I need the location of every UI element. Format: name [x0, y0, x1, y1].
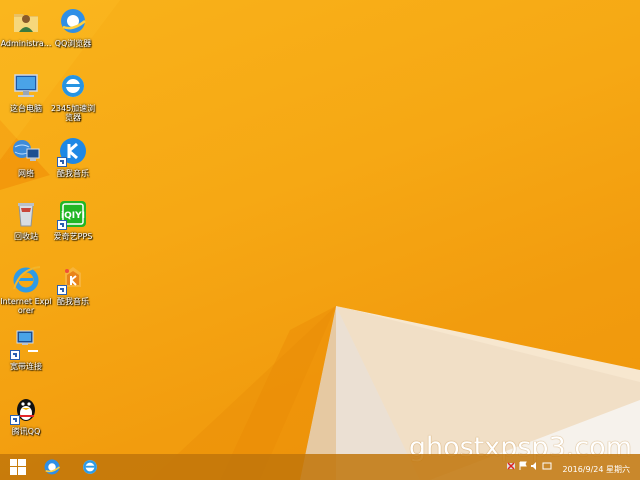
- shortcut-arrow-icon: [57, 285, 67, 295]
- desktop-icon-label: 酷我音乐: [57, 169, 89, 178]
- internet-explorer-icon: [83, 460, 97, 474]
- volume-icon[interactable]: [530, 461, 540, 471]
- start-icon: [10, 459, 26, 475]
- desktop-icon-label: 爱奇艺PPS: [53, 232, 93, 241]
- qq-penguin-icon: [10, 393, 42, 425]
- action-center-icon[interactable]: [542, 461, 552, 471]
- recycle-bin-icon: [10, 198, 42, 230]
- shortcut-arrow-icon: [10, 350, 20, 360]
- desktop-icon-label: 回收站: [14, 232, 38, 241]
- desktop-icon-label: 酷我音乐: [57, 297, 89, 306]
- network-icon: [10, 135, 42, 167]
- shortcut-arrow-icon: [57, 220, 67, 230]
- shortcut-arrow-icon: [10, 415, 20, 425]
- taskbar-ie-button[interactable]: [76, 455, 104, 479]
- desktop-icon-iqiyi-pps[interactable]: iQIYI 爱奇艺PPS: [47, 198, 99, 241]
- clock[interactable]: 2016/9/24 星期六: [562, 465, 630, 474]
- desktop-icon-qq-browser[interactable]: QQ浏览器: [47, 5, 99, 48]
- desktop-icon-network[interactable]: 网络: [0, 135, 52, 178]
- desktop-icon-internet-explorer[interactable]: Internet Explorer: [0, 263, 52, 315]
- network-status-icon[interactable]: [506, 461, 516, 471]
- shortcut-arrow-icon: [57, 157, 67, 167]
- kuwo-box-icon: [57, 263, 89, 295]
- taskbar: 2016/9/24 星期六: [0, 454, 640, 480]
- desktop-icon-label: Internet Explorer: [0, 297, 52, 315]
- desktop-icon-label: 网络: [18, 169, 34, 178]
- clock-date: 2016/9/24 星期六: [562, 465, 630, 474]
- desktop-icon-label: 宽带连接: [10, 362, 42, 371]
- kuwo-music-icon: [57, 135, 89, 167]
- desktop-icon-2345-browser[interactable]: 2345加速浏览器: [47, 70, 99, 122]
- computer-icon: [10, 70, 42, 102]
- desktop-icon-broadband[interactable]: 宽带连接: [0, 328, 52, 371]
- desktop-icon-this-pc[interactable]: 这台电脑: [0, 70, 52, 113]
- flag-icon[interactable]: [518, 461, 528, 471]
- taskbar-qq-browser-button[interactable]: [38, 455, 66, 479]
- desktop[interactable]: Administra... 这台电脑 网络 回收站 Internet Explo…: [0, 0, 640, 480]
- system-tray: 2016/9/24 星期六: [444, 454, 634, 480]
- desktop-icon-label: QQ浏览器: [54, 39, 92, 48]
- desktop-icon-administrator[interactable]: Administra...: [0, 5, 52, 48]
- desktop-icon-kuwo-music[interactable]: 酷我音乐: [47, 135, 99, 178]
- start-button[interactable]: [4, 455, 32, 479]
- broadband-icon: [10, 328, 42, 360]
- desktop-icon-recycle-bin[interactable]: 回收站: [0, 198, 52, 241]
- internet-explorer-icon: [10, 263, 42, 295]
- qq-browser-icon: [44, 459, 60, 475]
- qq-browser-icon: [57, 5, 89, 37]
- desktop-icon-tencent-qq[interactable]: 腾讯QQ: [0, 393, 52, 436]
- ie-2345-icon: [57, 70, 89, 102]
- iqiyi-icon: iQIYI: [57, 198, 89, 230]
- desktop-icon-label: Administra...: [0, 39, 52, 48]
- desktop-icon-label: 这台电脑: [10, 104, 42, 113]
- user-folder-icon: [10, 5, 42, 37]
- desktop-icon-label: 腾讯QQ: [11, 427, 41, 436]
- desktop-icon-kuwo-box[interactable]: 酷我音乐: [47, 263, 99, 306]
- desktop-icon-label: 2345加速浏览器: [50, 104, 96, 122]
